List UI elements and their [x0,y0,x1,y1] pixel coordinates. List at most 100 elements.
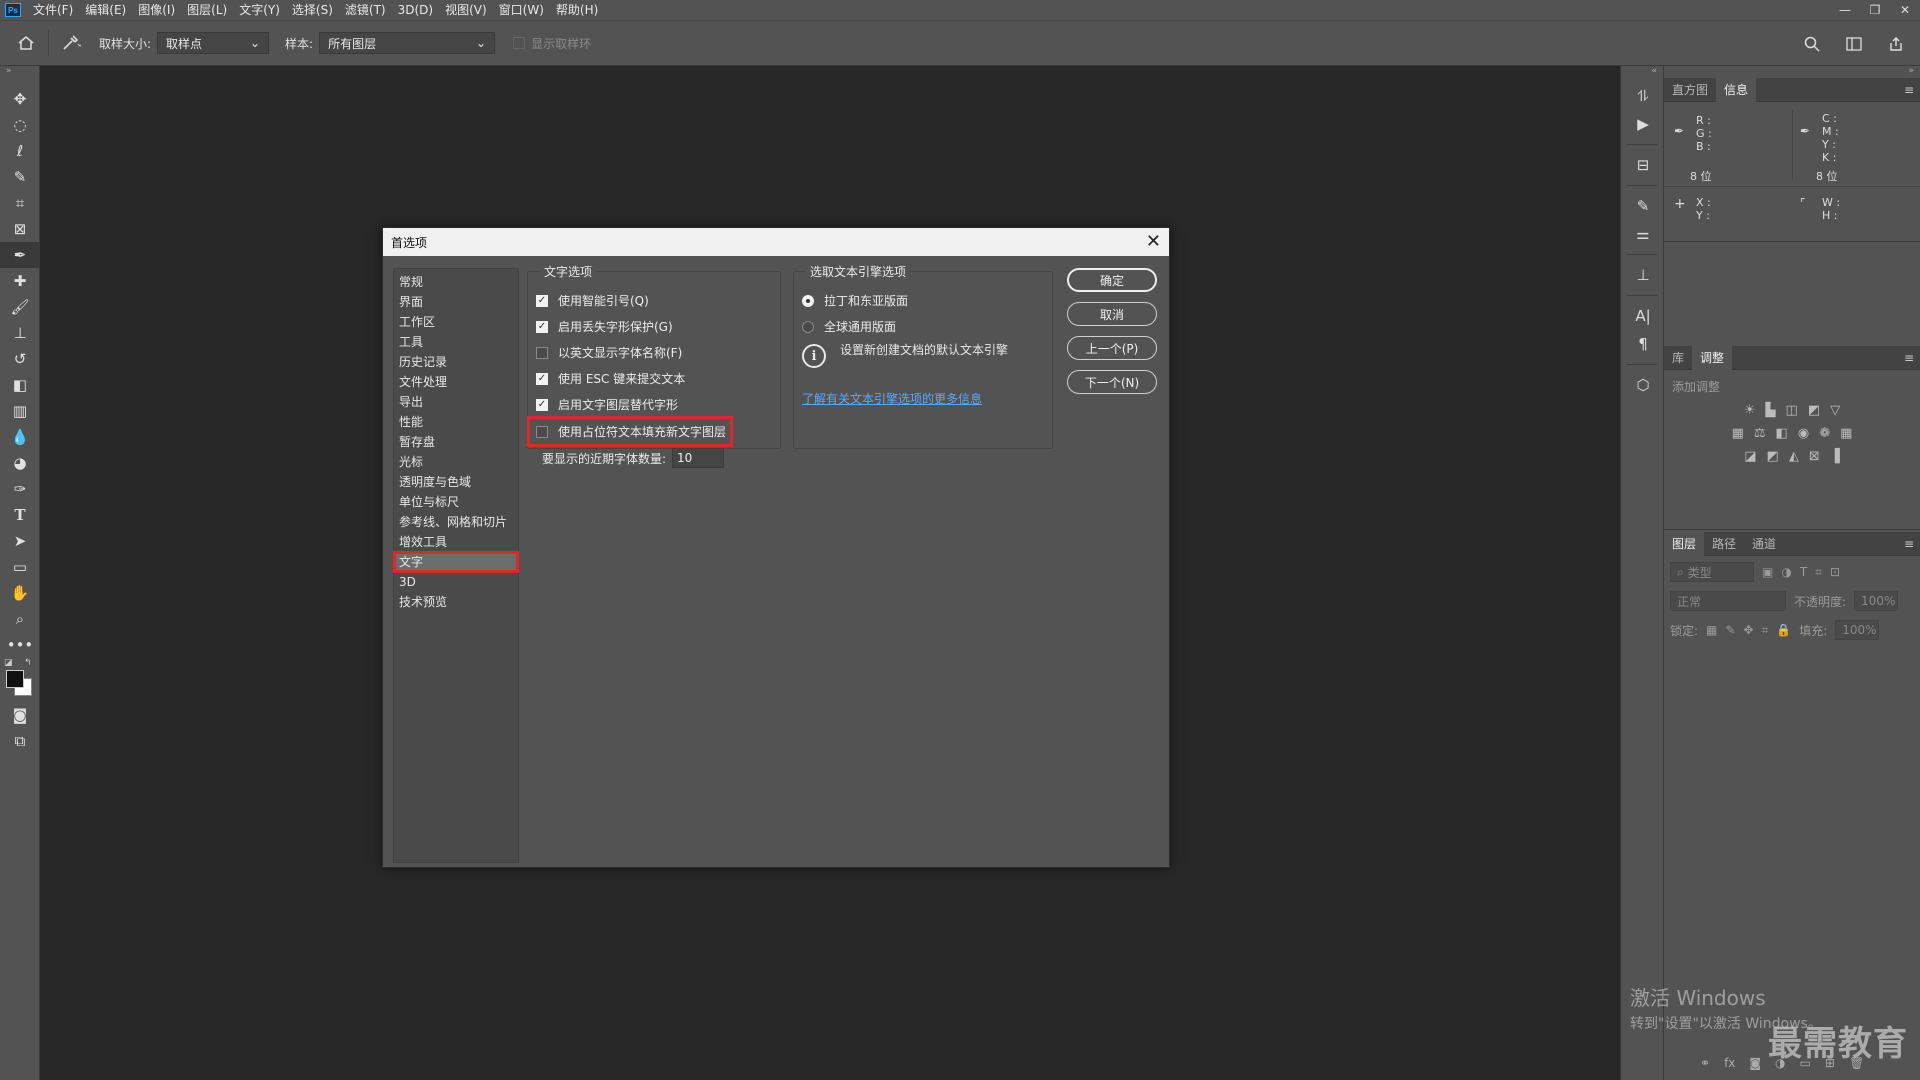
category-plugins[interactable]: 增效工具 [394,532,518,552]
missing-glyph-protection-option[interactable]: ✓ 启用丢失字形保护(G) [536,318,673,335]
filter-pixel-icon[interactable]: ▣ [1762,565,1773,579]
checkbox-unchecked[interactable] [536,425,548,438]
menu-image[interactable]: 图像(I) [132,0,181,20]
collapse-icons-icon[interactable]: « [1621,66,1663,78]
menu-select[interactable]: 选择(S) [286,0,339,20]
foreground-color-swatch[interactable] [6,670,24,688]
category-cursors[interactable]: 光标 [394,452,518,472]
tab-channels[interactable]: 通道 [1744,532,1784,556]
clone-source-icon[interactable]: ⊥ [1621,261,1665,289]
fill-input[interactable]: 100% [1835,620,1880,640]
move-tool-icon[interactable]: ✥ [0,86,40,112]
gradient-map-icon[interactable]: ▐ [1830,449,1840,464]
menu-file[interactable]: 文件(F) [27,0,79,20]
default-colors-icon[interactable]: ◪ [4,658,13,668]
tab-info[interactable]: 信息 [1716,77,1757,102]
menu-view[interactable]: 视图(V) [439,0,493,20]
share-icon[interactable] [1882,30,1910,58]
tab-libraries[interactable]: 库 [1664,346,1692,370]
category-type[interactable]: 文字 [393,551,519,573]
minimize-button[interactable]: — [1830,0,1860,20]
close-icon[interactable]: ✕ [1146,231,1161,252]
world-ready-option[interactable]: 全球通用版面 [802,318,896,335]
checkbox-checked[interactable]: ✓ [536,398,548,411]
expand-toolbar-icon[interactable]: » [0,66,39,76]
checkbox-checked[interactable]: ✓ [536,320,548,333]
learn-more-link-text[interactable]: 了解有关文本引擎选项的更多信息 [802,392,982,406]
category-tools[interactable]: 工具 [394,332,518,352]
photo-filter-icon[interactable]: ◉ [1798,426,1809,441]
type-tool-icon[interactable]: T [0,502,40,528]
opacity-input[interactable]: 100% [1854,591,1899,611]
next-button[interactable]: 下一个(N) [1067,370,1157,394]
dodge-tool-icon[interactable]: ◕ [0,450,40,476]
black-white-icon[interactable]: ◧ [1776,426,1788,441]
category-performance[interactable]: 性能 [394,412,518,432]
category-technology-previews[interactable]: 技术预览 [394,592,518,612]
frame-tool-icon[interactable]: ⊠ [0,216,40,242]
category-guides-grid-slices[interactable]: 参考线、网格和切片 [394,512,518,532]
category-workspace[interactable]: 工作区 [394,312,518,332]
lock-transparent-icon[interactable]: ▦ [1706,623,1717,637]
checkbox-unchecked[interactable] [536,346,548,359]
add-mask-icon[interactable]: ◙ [1749,1056,1761,1070]
menu-filter[interactable]: 滤镜(T) [339,0,392,20]
menu-type[interactable]: 文字(Y) [233,0,286,20]
quick-selection-tool-icon[interactable]: ✎ [0,164,40,190]
3d-panel-icon[interactable]: ⬡ [1621,371,1665,399]
menu-3d[interactable]: 3D(D) [392,0,439,20]
category-general[interactable]: 常规 [394,272,518,292]
threshold-icon[interactable]: ◭ [1789,449,1799,464]
collapse-panels-icon[interactable]: » [1664,66,1920,78]
layer-filter-select[interactable]: ⌕ 类型 [1670,562,1754,582]
crop-tool-icon[interactable]: ⌗ [0,190,40,216]
panel-menu-icon[interactable]: ≡ [1904,83,1914,97]
levels-icon[interactable]: ▙ [1766,403,1776,418]
menu-layer[interactable]: 图层(L) [181,0,233,20]
swap-colors-icon[interactable]: ↰ [24,658,32,668]
hue-saturation-icon[interactable]: ▦ [1732,426,1744,441]
lasso-tool-icon[interactable]: ℓ [0,138,40,164]
quick-mask-icon[interactable]: ◙ [0,702,40,728]
category-3d[interactable]: 3D [394,572,518,592]
panel-menu-icon[interactable]: ≡ [1904,351,1914,365]
delete-layer-icon[interactable]: 🗑 [1849,1056,1864,1070]
category-transparency-gamut[interactable]: 透明度与色域 [394,472,518,492]
eyedropper-tool-icon[interactable]: ✒ [0,242,40,268]
adjust-sliders-icon[interactable]: ⚌ [1621,220,1665,248]
brush-settings-icon[interactable]: ✎ [1621,192,1665,220]
previous-button[interactable]: 上一个(P) [1067,336,1157,360]
filter-type-icon[interactable]: T [1800,565,1807,579]
category-history-log[interactable]: 历史记录 [394,352,518,372]
latin-east-asian-option[interactable]: 拉丁和东亚版面 [802,292,908,309]
posterize-icon[interactable]: ◩ [1767,449,1779,464]
restore-button[interactable]: ❐ [1860,0,1890,20]
tab-layers[interactable]: 图层 [1664,531,1705,556]
eraser-tool-icon[interactable]: ◧ [0,372,40,398]
channel-mixer-icon[interactable]: ❁ [1819,426,1830,441]
color-lookup-icon[interactable]: ▦ [1840,426,1852,441]
menu-edit[interactable]: 编辑(E) [79,0,132,20]
clone-stamp-tool-icon[interactable]: ⊥ [0,320,40,346]
history-panel-icon[interactable]: ⥮ [1621,82,1665,110]
path-selection-tool-icon[interactable]: ➤ [0,528,40,554]
lock-position-icon[interactable]: ✥ [1743,623,1753,637]
marquee-tool-icon[interactable]: ◌ [0,112,40,138]
filter-adjustment-icon[interactable]: ◑ [1781,565,1791,579]
hand-tool-icon[interactable]: ✋ [0,580,40,606]
vibrance-icon[interactable]: ▽ [1830,403,1840,418]
blur-tool-icon[interactable]: 💧 [0,424,40,450]
new-group-icon[interactable]: ▭ [1800,1056,1811,1070]
new-adjustment-icon[interactable]: ◑ [1775,1056,1785,1070]
selective-color-icon[interactable]: ⊠ [1809,449,1820,464]
sample-select[interactable]: 所有图层 ⌄ [319,32,496,54]
radio-selected[interactable] [802,294,814,307]
category-scratch-disks[interactable]: 暂存盘 [394,432,518,452]
menu-window[interactable]: 窗口(W) [493,0,550,20]
invert-icon[interactable]: ◪ [1744,449,1756,464]
category-units-rulers[interactable]: 单位与标尺 [394,492,518,512]
brightness-icon[interactable]: ☀ [1744,403,1756,418]
curves-icon[interactable]: ◫ [1786,403,1798,418]
history-brush-tool-icon[interactable]: ↺ [0,346,40,372]
color-balance-icon[interactable]: ⚖ [1754,426,1766,441]
